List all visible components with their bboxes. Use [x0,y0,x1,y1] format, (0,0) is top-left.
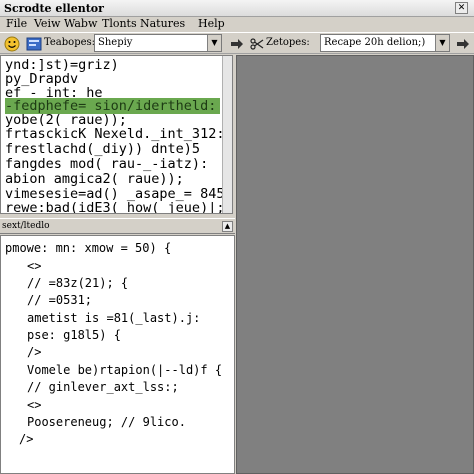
features-select-value: Shepiy [98,37,133,48]
pane-toggle-button[interactable]: ▲ [222,221,233,232]
code-line: // ginlever_axt_lss:; [27,380,179,394]
code-line: abion amgica2( raue)); [5,171,184,187]
window-title: Scrodte ellentor [4,2,104,15]
menu-natures[interactable]: Natures [140,17,185,30]
menu-bar: File Veiw Wabw Tlonts Natures Help [0,17,474,32]
toolbar: Teabopes: Shepiy ▼ Zetopes: Recape 20h d… [0,32,474,54]
scissors-icon[interactable] [250,37,266,53]
code-line: /> [27,345,42,359]
code-line: // =83z(21); { [27,276,129,290]
code-line: Poosereneug; // 9lico. [27,415,186,429]
right-pane[interactable] [236,55,474,474]
code-line: pse: g18l5) { [27,328,121,342]
menu-view[interactable]: Veiw [34,17,60,30]
code-line: <> [27,259,42,273]
pane-title: sext/ltedlo [2,221,50,231]
code-line: frtasckicK Nexeld._int_312:); [5,126,233,142]
features-select[interactable]: Shepiy ▼ [94,34,222,52]
top-code-editor[interactable]: ynd:]st)=griz) py_Drapdv ef -_int:_he -f… [0,55,233,214]
features-label: Teabopes: [44,37,96,48]
chevron-down-icon[interactable]: ▼ [207,35,221,51]
code-line: pmowe: mn: xmow = 50) { [5,241,172,255]
code-line: /> [19,432,34,446]
arrow-right-icon[interactable] [456,37,472,53]
menu-help[interactable]: Help [198,17,225,30]
smiley-icon[interactable] [4,36,20,52]
arrow-right-icon[interactable] [230,37,246,53]
features-icon[interactable] [26,36,42,52]
code-line: // =0531; [27,293,93,307]
zetopes-label: Zetopes: [266,37,310,48]
chevron-down-icon[interactable]: ▼ [435,35,449,51]
code-line: fangdes mod( rau-_-iatz): [5,156,209,172]
code-line: frestlachd(_diy)) dnte)5 [5,141,201,157]
menu-tlonts[interactable]: Tlonts [102,17,137,30]
zetopes-select-value: Recape 20h delion;) [324,37,426,48]
title-bar: Scrodte ellentor ✕ [0,0,474,17]
pane-header: sext/ltedlo ▲ [0,218,235,234]
menu-file[interactable]: File [6,17,27,30]
code-line: ametist is =81(_last).j: [27,311,201,325]
zetopes-select[interactable]: Recape 20h delion;) ▼ [320,34,450,52]
close-button[interactable]: ✕ [455,2,468,14]
bottom-code-editor[interactable]: pmowe: mn: xmow = 50) { <> // =83z(21); … [0,235,235,474]
code-line: Vomele be)rtapion(|--ld)f { [27,363,223,377]
menu-wabw[interactable]: Wabw [64,17,97,30]
code-line: rewe:bad(idE3( how( jeue)|; [5,200,225,214]
top-scrollbar[interactable] [222,56,232,213]
code-line: <> [27,398,42,412]
